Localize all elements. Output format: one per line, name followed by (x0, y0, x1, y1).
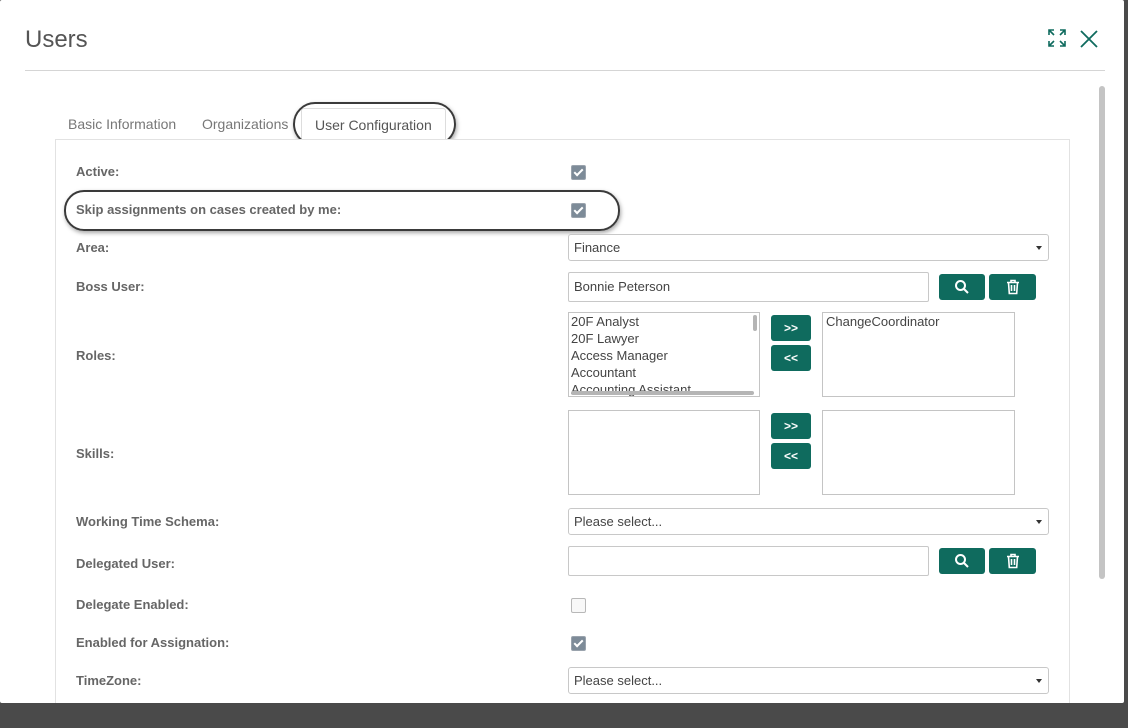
close-button[interactable] (1079, 29, 1099, 49)
area-select[interactable]: Finance (568, 234, 1049, 261)
skip-assignments-label: Skip assignments on cases created by me: (76, 202, 342, 217)
delegated-user-delete-button[interactable] (989, 548, 1036, 574)
delegate-enabled-label: Delegate Enabled: (76, 597, 189, 612)
check-icon (573, 166, 584, 177)
active-label: Active: (76, 164, 120, 179)
list-horizontal-scroll-thumb[interactable] (571, 391, 754, 395)
tab-basic-information[interactable]: Basic Information (55, 108, 189, 140)
roles-label: Roles: (76, 348, 116, 363)
tab-organizations[interactable]: Organizations (189, 108, 301, 140)
area-select-value: Finance (574, 240, 621, 255)
list-item[interactable]: Access Manager (569, 347, 759, 364)
modal-scrollbar[interactable] (1098, 86, 1106, 686)
delegated-user-input[interactable] (568, 546, 929, 576)
boss-user-input[interactable]: Bonnie Peterson (568, 272, 929, 302)
list-item[interactable]: Accountant (569, 364, 759, 381)
caret-down-icon (1036, 246, 1042, 250)
caret-down-icon (1036, 679, 1042, 683)
boss-user-delete-button[interactable] (989, 274, 1036, 300)
working-time-schema-select[interactable]: Please select... (568, 508, 1049, 535)
timezone-label: TimeZone: (76, 673, 142, 688)
search-icon (955, 554, 969, 568)
area-label: Area: (76, 240, 110, 255)
boss-user-label: Boss User: (76, 279, 145, 294)
working-time-schema-value: Please select... (574, 514, 663, 529)
tab-user-configuration[interactable]: User Configuration (301, 108, 446, 140)
check-icon (573, 204, 584, 215)
expand-button[interactable] (1047, 28, 1067, 48)
working-time-schema-label: Working Time Schema: (76, 514, 220, 529)
check-icon (573, 637, 584, 648)
skip-assignments-checkbox[interactable] (571, 203, 586, 218)
timezone-value: Please select... (574, 673, 663, 688)
skills-add-button[interactable]: >> (771, 413, 811, 439)
enabled-for-assignation-label: Enabled for Assignation: (76, 635, 230, 650)
enabled-for-assignation-checkbox[interactable] (571, 636, 586, 651)
close-icon (1080, 30, 1098, 48)
modal-title: Users (25, 26, 88, 53)
roles-remove-button[interactable]: << (771, 345, 811, 371)
roles-available-list[interactable]: 20F Analyst 20F Lawyer Access Manager Ac… (568, 312, 760, 397)
active-checkbox[interactable] (571, 165, 586, 180)
users-modal: Users Basic Information Organizations Us… (0, 0, 1124, 703)
backdrop-strip (0, 703, 1128, 728)
list-item[interactable]: ChangeCoordinator (823, 313, 1014, 330)
boss-user-search-button[interactable] (939, 274, 985, 300)
search-icon (955, 280, 969, 294)
caret-down-icon (1036, 520, 1042, 524)
skills-selected-list[interactable] (822, 410, 1015, 495)
skills-available-list[interactable] (568, 410, 760, 495)
skills-remove-button[interactable]: << (771, 443, 811, 469)
trash-icon (1006, 553, 1019, 569)
delegated-user-label: Delegated User: (76, 556, 175, 571)
list-vertical-scroll-thumb[interactable] (753, 315, 757, 331)
list-item[interactable]: 20F Lawyer (569, 330, 759, 347)
trash-icon (1006, 279, 1019, 295)
skills-label: Skills: (76, 446, 115, 461)
modal-header: Users (25, 0, 1105, 71)
delegate-enabled-checkbox[interactable] (571, 598, 586, 613)
timezone-select[interactable]: Please select... (568, 667, 1049, 694)
roles-add-button[interactable]: >> (771, 315, 811, 341)
modal-scroll-thumb[interactable] (1099, 86, 1105, 579)
expand-icon (1048, 29, 1066, 47)
roles-selected-list[interactable]: ChangeCoordinator (822, 312, 1015, 397)
list-item[interactable]: 20F Analyst (569, 313, 759, 330)
delegated-user-search-button[interactable] (939, 548, 985, 574)
